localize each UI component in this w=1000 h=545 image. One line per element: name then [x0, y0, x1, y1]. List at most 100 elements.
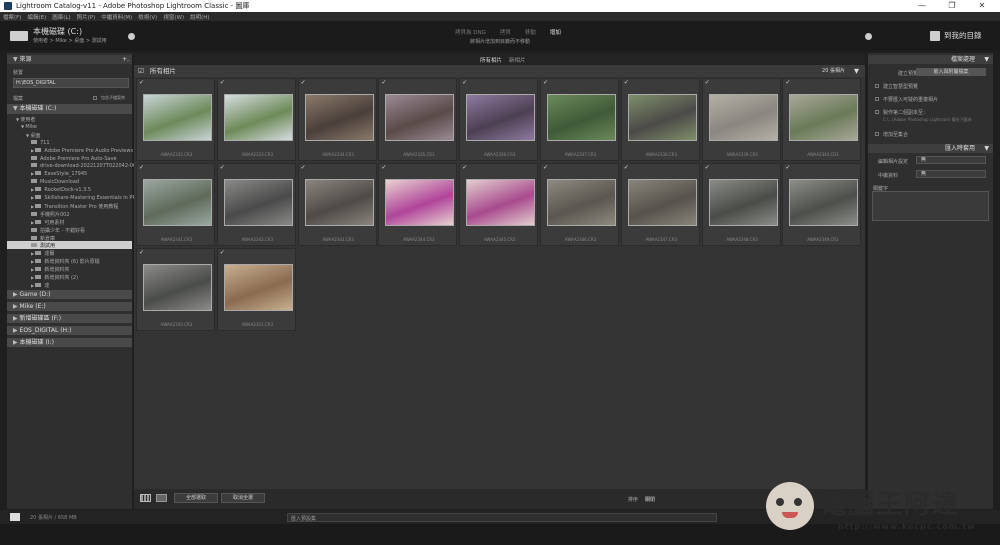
folder-item[interactable]: ▶ 可用素材	[31, 219, 64, 226]
photo-thumbnail[interactable]	[223, 264, 293, 311]
photo-cell[interactable]: ✓ AWAA2343.CR3	[297, 163, 377, 246]
import-mode-2[interactable]: 移動	[525, 28, 536, 36]
photo-thumbnail[interactable]	[385, 94, 455, 141]
photo-cell[interactable]: ✓ AWAA2341.CR3	[136, 163, 215, 246]
photo-checkbox[interactable]: ✓	[624, 80, 630, 86]
photo-cell[interactable]: ✓ AWAA2346.CR3	[540, 163, 619, 246]
sort-select[interactable]: 關閉	[645, 496, 655, 503]
folder-item[interactable]: MusicDownload	[31, 179, 79, 185]
photo-cell[interactable]: ✓ AWAA2332.CR3	[136, 78, 215, 161]
photo-cell[interactable]: ✓ AWAA2347.CR3	[620, 163, 700, 246]
photo-checkbox[interactable]: ✓	[624, 165, 630, 171]
menu-item[interactable]: 中繼資料(M)	[101, 13, 132, 21]
photo-checkbox[interactable]: ✓	[462, 165, 468, 171]
source-panel-header[interactable]: ▼ 來源 +.	[7, 55, 132, 64]
folder-item[interactable]: ▶ 達	[31, 282, 49, 289]
photo-checkbox[interactable]: ✓	[543, 165, 549, 171]
photo-cell[interactable]: ✓ AWAA2349.CR3	[782, 163, 862, 246]
menu-item[interactable]: 檢視(V)	[138, 13, 157, 21]
keywords-input[interactable]	[872, 191, 989, 221]
folder-item[interactable]: ▶ EaseStyle_17945	[31, 171, 87, 177]
photo-checkbox[interactable]: ✓	[220, 80, 226, 86]
destination-title[interactable]: 到我的目錄	[944, 30, 982, 41]
import-mode-1[interactable]: 拷貝	[500, 28, 511, 36]
folder-item[interactable]: ▶ RocketDock-v1.3.5	[31, 187, 91, 193]
folder-item[interactable]: Adobe Premiere Pro Auto-Save	[31, 155, 117, 162]
smart-preview-checkbox[interactable]	[875, 84, 879, 88]
folder-item[interactable]: 手機照片002	[31, 211, 70, 218]
photo-thumbnail[interactable]	[304, 179, 374, 226]
photo-thumbnail[interactable]	[223, 179, 293, 226]
drive-header[interactable]: ▶ Mike (E:)	[7, 302, 132, 311]
photo-checkbox[interactable]: ✓	[785, 80, 791, 86]
photo-thumbnail[interactable]	[789, 179, 859, 226]
tab-all-photos[interactable]: 所有相片	[480, 56, 502, 64]
photo-checkbox[interactable]: ✓	[381, 80, 387, 86]
drive-header[interactable]: ▶ 新增磁碟區 (F:)	[7, 314, 132, 323]
apply-during-import-header[interactable]: 匯入時套用 ▼	[868, 144, 993, 153]
photo-cell[interactable]: ✓ AWAA2336.CR3	[459, 78, 539, 161]
loupe-view-icon[interactable]	[156, 494, 167, 502]
photo-thumbnail[interactable]	[466, 94, 536, 141]
build-previews-select[interactable]: 嵌入與附屬檔案	[916, 68, 986, 76]
import-mode-0[interactable]: 拷貝為 DNG	[455, 28, 486, 36]
photo-checkbox[interactable]: ✓	[139, 80, 145, 86]
uncheck-all-button[interactable]: 取消全選	[221, 493, 265, 503]
photo-checkbox[interactable]: ✓	[705, 165, 711, 171]
grid-check-all-icon[interactable]: ☑	[138, 67, 144, 75]
menu-item[interactable]: 視窗(W)	[163, 13, 184, 21]
photo-checkbox[interactable]: ✓	[301, 165, 307, 171]
check-all-button[interactable]: 全部選取	[174, 493, 218, 503]
photo-thumbnail[interactable]	[223, 94, 293, 141]
photo-thumbnail[interactable]	[304, 94, 374, 141]
device-item[interactable]: H:\EOS_DIGITAL	[16, 80, 55, 86]
photo-thumbnail[interactable]	[547, 94, 616, 141]
maximize-button[interactable]: ❐	[938, 0, 966, 12]
folder-item[interactable]: ▶ 新增資料夾	[31, 266, 69, 273]
close-button[interactable]: ✕	[968, 0, 996, 12]
photo-checkbox[interactable]: ✓	[705, 80, 711, 86]
minimize-button[interactable]: —	[908, 0, 936, 12]
menu-item[interactable]: 檔案(F)	[3, 13, 21, 21]
folder-item[interactable]: ▼ 使用者	[16, 116, 35, 123]
folder-item[interactable]: ▶ 達爾	[31, 250, 54, 257]
photo-thumbnail[interactable]	[708, 179, 778, 226]
photo-cell[interactable]: ✓ AWAA2339.CR3	[701, 78, 781, 161]
source-title[interactable]: 本機磁碟 (C:)	[33, 26, 82, 37]
photo-checkbox[interactable]: ✓	[139, 250, 145, 256]
add-to-collection-checkbox[interactable]	[875, 132, 879, 136]
photo-cell[interactable]: ✓ AWAA2350.CR3	[136, 248, 215, 331]
folder-item[interactable]: ▶ 新增資料夾 (2)	[31, 274, 78, 281]
photo-thumbnail[interactable]	[627, 179, 697, 226]
photo-cell[interactable]: ✓ AWAA2338.CR3	[620, 78, 700, 161]
folder-item[interactable]: ▶ 新增資料夾 (6) 影片原檔	[31, 258, 100, 265]
dont-import-duplicates-checkbox[interactable]	[875, 97, 879, 101]
develop-settings-select[interactable]: 無	[916, 156, 986, 164]
photo-thumbnail[interactable]	[627, 94, 697, 141]
include-subfolders-checkbox[interactable]	[93, 96, 97, 100]
photo-thumbnail[interactable]	[143, 264, 212, 311]
metadata-select[interactable]: 無	[916, 170, 986, 178]
photo-thumbnail[interactable]	[143, 94, 212, 141]
drive-header[interactable]: ▶ 本機磁碟 (I:)	[7, 338, 132, 347]
photo-thumbnail[interactable]	[143, 179, 212, 226]
grid-view-icon[interactable]	[140, 494, 151, 502]
photo-checkbox[interactable]: ✓	[543, 80, 549, 86]
filmstrip-toggle-icon[interactable]	[10, 513, 20, 521]
photo-checkbox[interactable]: ✓	[462, 80, 468, 86]
photo-checkbox[interactable]: ✓	[785, 165, 791, 171]
menu-item[interactable]: 照片(P)	[77, 13, 96, 21]
photo-cell[interactable]: ✓ AWAA2337.CR3	[540, 78, 619, 161]
menu-item[interactable]: 說明(H)	[190, 13, 209, 21]
menu-item[interactable]: 圖庫(L)	[52, 13, 70, 21]
photo-cell[interactable]: ✓ AWAA2345.CR3	[459, 163, 539, 246]
drive-header[interactable]: ▶ EOS_DIGITAL (H:)	[7, 326, 132, 335]
grid-menu-icon[interactable]: ▼	[854, 65, 859, 77]
photo-thumbnail[interactable]	[708, 94, 778, 141]
photo-checkbox[interactable]: ✓	[220, 165, 226, 171]
photo-thumbnail[interactable]	[385, 179, 455, 226]
photo-checkbox[interactable]: ✓	[139, 165, 145, 171]
drive-header[interactable]: ▶ Game (D:)	[7, 290, 132, 299]
folder-item[interactable]: 測試用	[31, 242, 55, 249]
drive-c-header[interactable]: ▼ 本機磁碟 (C:)	[7, 104, 132, 114]
